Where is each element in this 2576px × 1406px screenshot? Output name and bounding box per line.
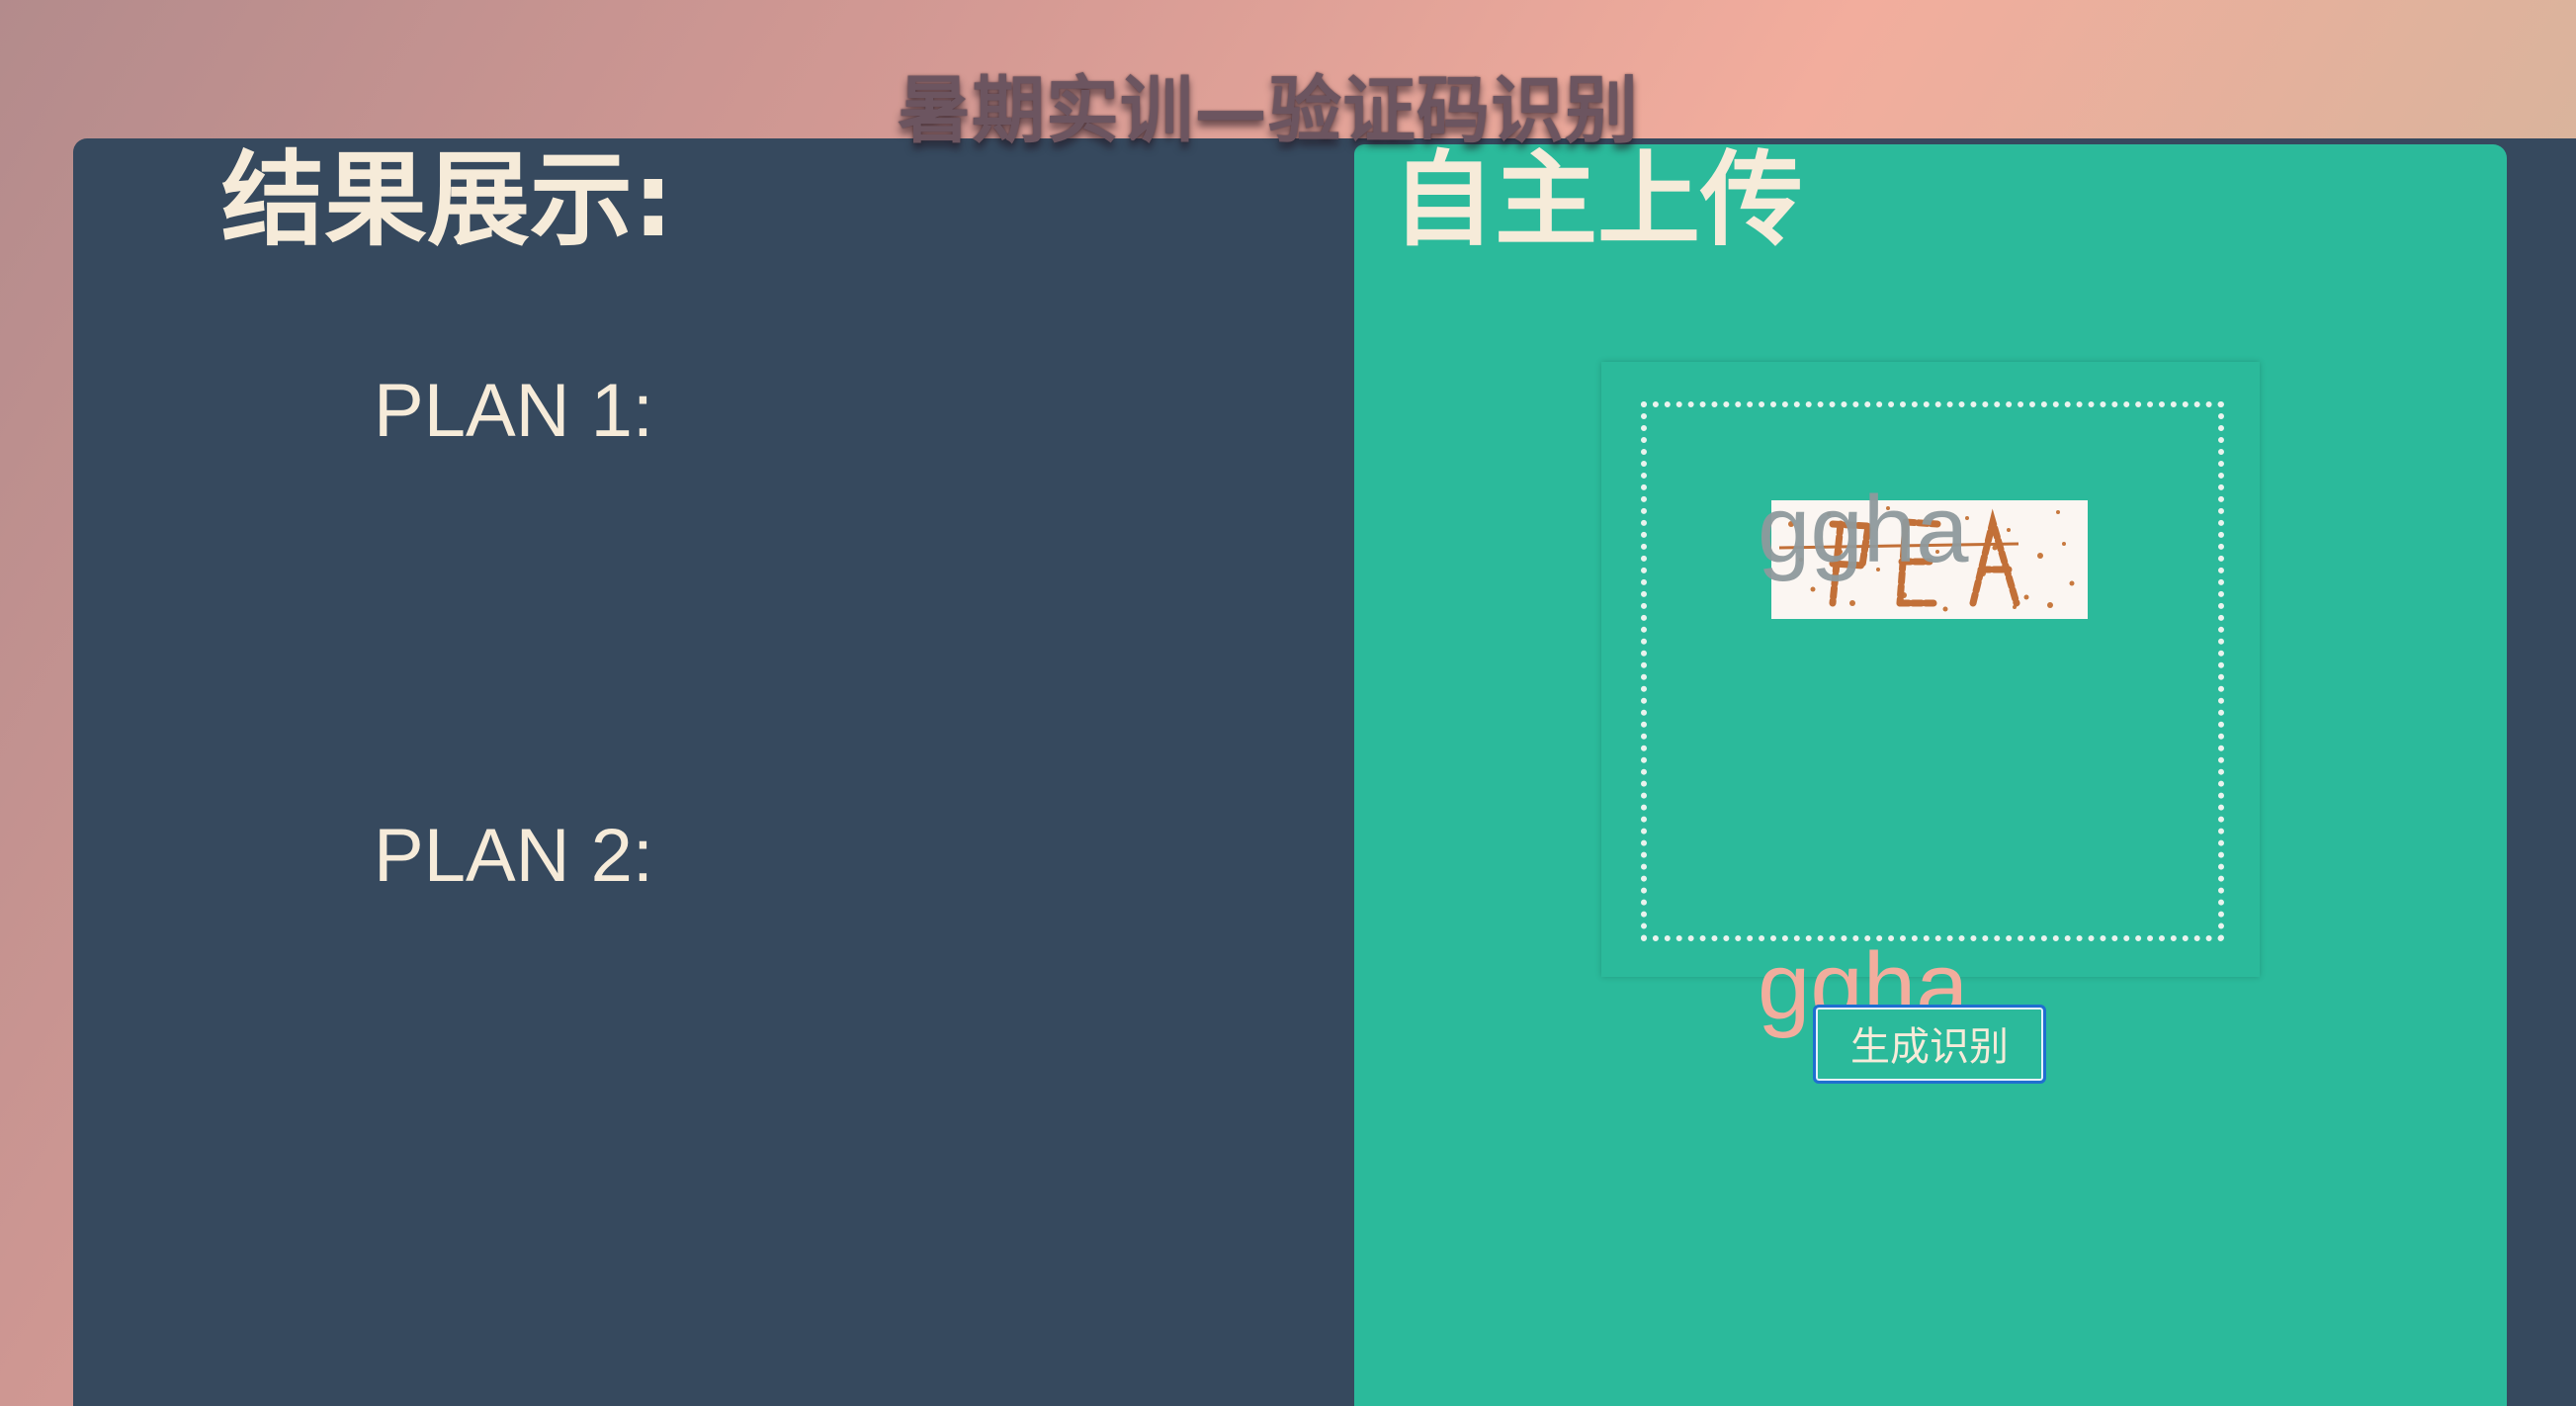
upload-card bbox=[1601, 362, 2260, 977]
results-heading: 结果展示: bbox=[221, 139, 674, 260]
plan-1-label: PLAN 1: bbox=[374, 369, 654, 453]
generate-recognition-button[interactable]: 生成识别 bbox=[1813, 1005, 2046, 1084]
plan-2-label: PLAN 2: bbox=[374, 814, 654, 898]
page-title: 暑期实训—验证码识别 bbox=[898, 68, 1639, 153]
ocr-overlay-text: ggha bbox=[1758, 477, 1969, 582]
upload-heading: 自主上传 bbox=[1392, 139, 1804, 260]
